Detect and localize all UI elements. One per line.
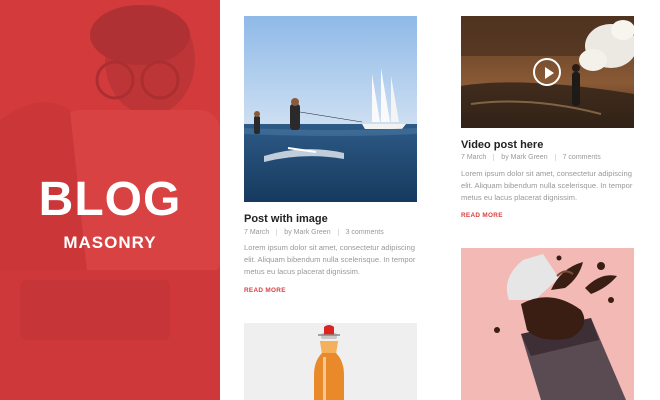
hero-subtitle: MASONRY (63, 233, 157, 252)
post-image[interactable] (244, 323, 417, 400)
post-title[interactable]: Post with image (244, 213, 328, 225)
post-author[interactable]: by Mark Green (284, 229, 330, 236)
meta-divider (493, 154, 495, 161)
post-excerpt: Lorem ipsum dolor sit amet, consectetur … (244, 243, 416, 276)
post-meta: 7 March by Mark Green 7 comments (461, 154, 601, 161)
post-author[interactable]: by Mark Green (501, 154, 547, 161)
post-title[interactable]: Video post here (461, 139, 543, 151)
post-comments[interactable]: 3 comments (346, 229, 384, 236)
hero-title: BLOG (38, 173, 182, 226)
juice-bottle-photo (244, 323, 417, 400)
post-date: 7 March (461, 154, 487, 161)
post-excerpt: Lorem ipsum dolor sit amet, consectetur … (461, 169, 633, 202)
hero-banner: BLOG MASONRY (0, 0, 220, 400)
chocolate-splash-photo (461, 248, 634, 400)
post-date: 7 March (244, 229, 270, 236)
post-meta: 7 March by Mark Green 3 comments (244, 229, 384, 236)
post-image[interactable] (244, 16, 417, 202)
meta-divider (554, 154, 556, 161)
play-icon[interactable] (533, 58, 561, 86)
post-video-thumbnail[interactable] (461, 16, 634, 128)
post-image[interactable] (461, 248, 634, 400)
meta-divider (276, 229, 278, 236)
read-more-link[interactable]: READ MORE (461, 212, 503, 219)
post-comments[interactable]: 7 comments (563, 154, 601, 161)
read-more-link[interactable]: READ MORE (244, 287, 286, 294)
sailboat-waterski-photo (244, 16, 417, 202)
meta-divider (337, 229, 339, 236)
